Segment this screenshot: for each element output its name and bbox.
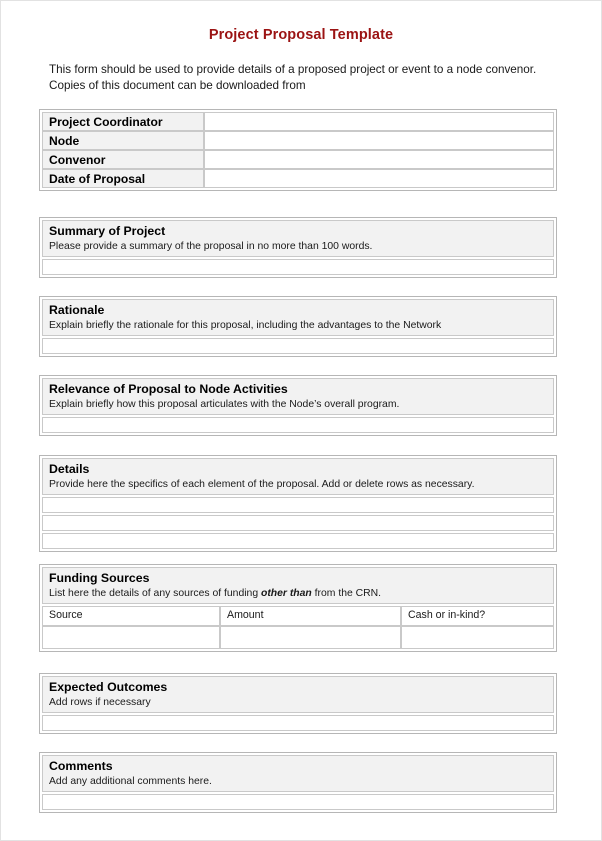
section-description: Explain briefly how this proposal articu…	[49, 398, 400, 410]
section-title: Summary of Project	[49, 224, 166, 238]
section-header: Relevance of Proposal to Node Activities…	[42, 378, 554, 415]
section-header: Details Provide here the specifics of ea…	[42, 458, 554, 495]
input-funding-source[interactable]	[42, 625, 220, 649]
section-details: Details Provide here the specifics of ea…	[39, 455, 557, 552]
section-header: Rationale Explain briefly the rationale …	[42, 299, 554, 336]
page-title: Project Proposal Template	[208, 27, 394, 43]
table-row: Date of Proposal	[42, 169, 554, 188]
section-relevance-of-proposal: Relevance of Proposal to Node Activities…	[39, 375, 557, 436]
section-comments: Comments Add any additional comments her…	[39, 752, 557, 813]
identification-table-frame: Project Coordinator Node Convenor Date o…	[39, 109, 557, 191]
section-rationale: Rationale Explain briefly the rationale …	[39, 296, 557, 357]
section-title: Details	[49, 462, 90, 476]
section-header: Comments Add any additional comments her…	[42, 755, 554, 792]
input-rationale[interactable]	[42, 337, 554, 354]
label-convenor: Convenor	[42, 150, 204, 169]
table-row: Project Coordinator	[42, 112, 554, 131]
section-description: List here the details of any sources of …	[49, 587, 547, 600]
section-header: Summary of Project Please provide a summ…	[42, 220, 554, 257]
section-header: Funding Sources List here the details of…	[42, 567, 554, 604]
section-description: Please provide a summary of the proposal…	[49, 240, 373, 252]
column-header-cash-or-in-kind: Cash or in-kind?	[401, 605, 554, 626]
section-description: Add rows if necessary	[49, 696, 151, 708]
label-project-coordinator: Project Coordinator	[42, 112, 204, 131]
identification-table: Project Coordinator Node Convenor Date o…	[42, 112, 554, 188]
section-expected-outcomes: Expected Outcomes Add rows if necessary	[39, 673, 557, 734]
input-details-row-2[interactable]	[42, 514, 554, 531]
input-date-of-proposal[interactable]	[204, 169, 554, 188]
section-title: Relevance of Proposal to Node Activities	[49, 382, 288, 396]
input-funding-cash-or-in-kind[interactable]	[401, 625, 554, 649]
input-expected-outcomes[interactable]	[42, 714, 554, 731]
table-row: Convenor	[42, 150, 554, 169]
section-title: Rationale	[49, 303, 105, 317]
column-header-source: Source	[42, 605, 220, 626]
input-summary-of-project[interactable]	[42, 258, 554, 275]
label-node: Node	[42, 131, 204, 150]
intro-paragraph: This form should be used to provide deta…	[49, 63, 537, 93]
funding-desc-before: List here the details of any sources of …	[49, 587, 261, 599]
section-title: Funding Sources	[49, 571, 150, 585]
column-header-amount: Amount	[220, 605, 401, 626]
input-convenor[interactable]	[204, 150, 554, 169]
input-project-coordinator[interactable]	[204, 112, 554, 131]
funding-sources-table: Source Amount Cash or in-kind?	[42, 605, 554, 649]
input-relevance-of-proposal[interactable]	[42, 416, 554, 433]
input-node[interactable]	[204, 131, 554, 150]
input-funding-amount[interactable]	[220, 625, 401, 649]
input-comments[interactable]	[42, 793, 554, 810]
table-header-row: Source Amount Cash or in-kind?	[42, 605, 554, 626]
funding-desc-emphasis: other than	[260, 587, 312, 599]
section-title: Comments	[49, 759, 113, 773]
input-details-row-1[interactable]	[42, 496, 554, 513]
section-summary-of-project: Summary of Project Please provide a summ…	[39, 217, 557, 278]
section-header: Expected Outcomes Add rows if necessary	[42, 676, 554, 713]
document-page: Project Proposal Template This form shou…	[0, 0, 602, 841]
section-description: Explain briefly the rationale for this p…	[49, 319, 442, 331]
funding-desc-after: from the CRN.	[311, 587, 382, 599]
input-details-row-3[interactable]	[42, 532, 554, 549]
section-funding-sources: Funding Sources List here the details of…	[39, 564, 557, 652]
table-row: Node	[42, 131, 554, 150]
section-description: Provide here the specifics of each eleme…	[49, 478, 475, 490]
section-description: Add any additional comments here.	[49, 775, 212, 787]
label-date-of-proposal: Date of Proposal	[42, 169, 204, 188]
table-row	[42, 625, 554, 649]
section-title: Expected Outcomes	[49, 680, 168, 694]
